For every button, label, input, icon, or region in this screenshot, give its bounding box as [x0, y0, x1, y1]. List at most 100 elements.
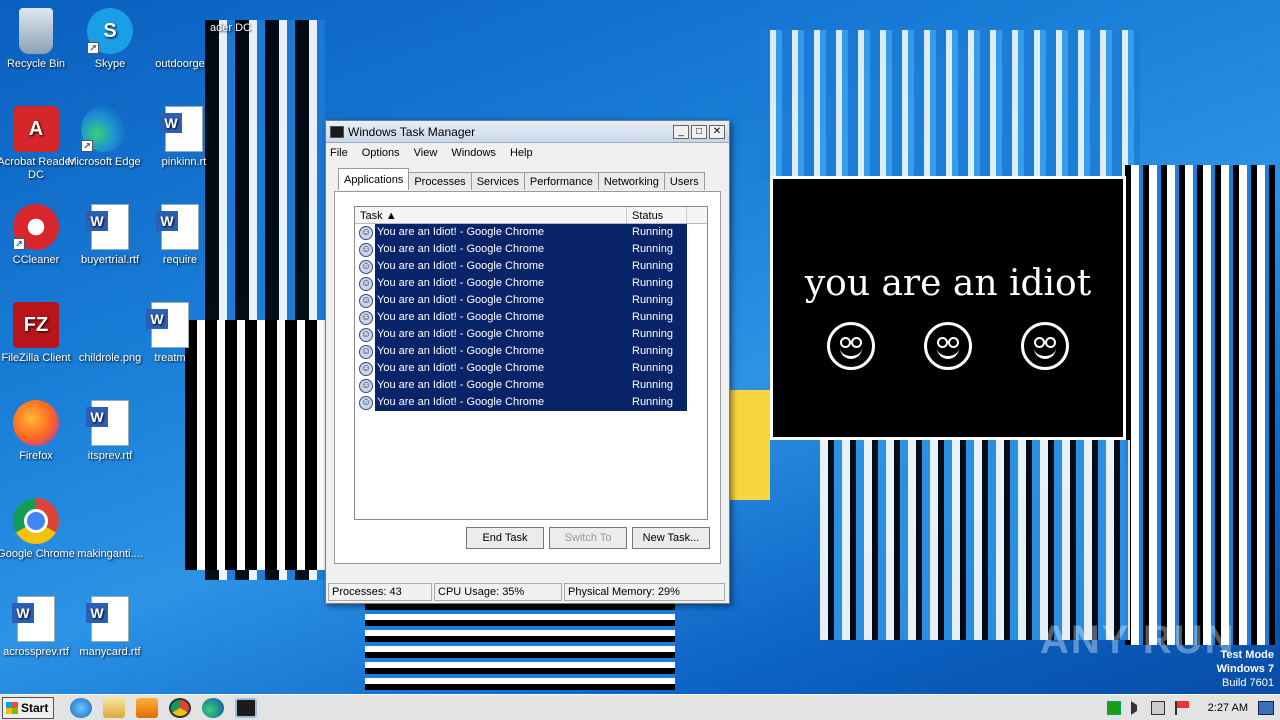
tab-performance[interactable]: Performance	[523, 172, 599, 190]
windows-logo-icon	[6, 701, 18, 714]
button-row: End Task Switch To New Task...	[461, 527, 710, 549]
skype-icon: S ↗	[87, 8, 133, 54]
desktop-icon-ccleaner[interactable]: ↗ CCleaner	[0, 204, 76, 267]
shortcut-arrow-icon: ↗	[13, 238, 25, 250]
task-name: You are an Idiot! - Google Chrome	[375, 292, 627, 309]
clock[interactable]: 2:27 AM	[1208, 702, 1248, 714]
action-center-flag-icon[interactable]	[1174, 700, 1189, 715]
media-player-icon[interactable]	[136, 697, 158, 718]
close-button[interactable]: ✕	[709, 124, 725, 139]
folder-icon[interactable]	[103, 697, 125, 718]
desktop-icon-makinganti[interactable]: makinganti....	[70, 498, 150, 561]
desktop-icon-recycle-bin[interactable]: Recycle Bin	[0, 8, 76, 71]
task-list[interactable]: Task ▲ Status ☺ You are an Idiot! - Googl…	[354, 206, 708, 520]
chrome-taskbar-icon[interactable]	[169, 697, 191, 718]
show-desktop-icon[interactable]	[1258, 700, 1274, 715]
smiley-app-icon: ☺	[359, 225, 373, 240]
task-cell: ☺ You are an Idiot! - Google Chrome	[355, 292, 627, 309]
task-cell: ☺ You are an Idiot! - Google Chrome	[355, 326, 627, 343]
recycle-bin-icon	[19, 8, 53, 54]
desktop-icon-edge[interactable]: ↗ Microsoft Edge	[64, 106, 144, 169]
desktop-icon-require[interactable]: require	[140, 204, 220, 267]
start-button[interactable]: Start	[2, 696, 54, 719]
column-header-status[interactable]: Status	[627, 207, 687, 223]
menu-windows[interactable]: Windows	[451, 147, 496, 159]
smiley-app-icon: ☺	[359, 327, 373, 342]
task-manager-taskbar-icon[interactable]	[235, 697, 257, 718]
table-row[interactable]: ☺ You are an Idiot! - Google Chrome Runnin…	[355, 309, 707, 326]
edge-taskbar-icon[interactable]	[202, 697, 224, 718]
tab-applications[interactable]: Applications	[338, 168, 410, 190]
smiley-app-icon: ☺	[359, 378, 373, 393]
table-row[interactable]: ☺ You are an Idiot! - Google Chrome Runnin…	[355, 326, 707, 343]
table-row[interactable]: ☺ You are an Idiot! - Google Chrome Runnin…	[355, 360, 707, 377]
smiley-face-icon	[827, 322, 876, 370]
desktop-icon-filezilla[interactable]: FZ FileZilla Client	[0, 302, 76, 365]
table-row[interactable]: ☺ You are an Idiot! - Google Chrome Runnin…	[355, 224, 707, 241]
task-manager-window[interactable]: Windows Task Manager _ □ ✕ File Options …	[325, 120, 730, 604]
desktop-icon-partial-label: ader DC	[210, 22, 251, 34]
desktop-icon-pinkinn[interactable]: pinkinn.rt	[144, 106, 224, 169]
network-icon[interactable]	[1106, 700, 1121, 715]
desktop-icon-acrossprev[interactable]: acrossprev.rtf	[0, 596, 76, 659]
internet-explorer-icon[interactable]	[70, 697, 92, 718]
minimize-button[interactable]: _	[673, 124, 689, 139]
table-row[interactable]: ☺ You are an Idiot! - Google Chrome Runnin…	[355, 275, 707, 292]
filezilla-icon: FZ	[13, 302, 59, 348]
task-cell: ☺ You are an Idiot! - Google Chrome	[355, 241, 627, 258]
maximize-button[interactable]: □	[691, 124, 707, 139]
task-name: You are an Idiot! - Google Chrome	[375, 258, 627, 275]
word-doc-icon	[12, 596, 55, 642]
desktop-icon-treatm[interactable]: treatm	[130, 302, 210, 365]
desktop-icon-chrome[interactable]: Google Chrome	[0, 498, 76, 561]
edge-icon: ↗	[81, 106, 127, 152]
tab-processes[interactable]: Processes	[408, 172, 472, 190]
idiot-message: you are an idiot	[804, 263, 1092, 304]
status-processes: Processes: 43	[328, 583, 432, 601]
desktop-icon-buyertrial[interactable]: buyertrial.rtf	[70, 204, 150, 267]
task-name: You are an Idiot! - Google Chrome	[375, 360, 627, 377]
table-row[interactable]: ☺ You are an Idiot! - Google Chrome Runnin…	[355, 241, 707, 258]
task-status: Running	[627, 224, 687, 241]
word-doc-icon	[156, 204, 199, 250]
task-status: Running	[627, 360, 687, 377]
tab-strip: Applications Processes Services Performa…	[326, 168, 729, 190]
task-status: Running	[627, 326, 687, 343]
task-name: You are an Idiot! - Google Chrome	[375, 394, 627, 411]
title-bar[interactable]: Windows Task Manager _ □ ✕	[326, 121, 729, 143]
menu-file[interactable]: File	[330, 147, 348, 159]
smiley-app-icon: ☺	[359, 395, 373, 410]
table-row[interactable]: ☺ You are an Idiot! - Google Chrome Runnin…	[355, 377, 707, 394]
switch-to-button[interactable]: Switch To	[549, 527, 627, 549]
smiley-app-icon: ☺	[359, 361, 373, 376]
task-cell: ☺ You are an Idiot! - Google Chrome	[355, 309, 627, 326]
table-row[interactable]: ☺ You are an Idiot! - Google Chrome Runnin…	[355, 258, 707, 275]
network-status-icon[interactable]	[1150, 700, 1165, 715]
desktop-icon-manycard[interactable]: manycard.rtf	[70, 596, 150, 659]
tab-users[interactable]: Users	[663, 172, 705, 190]
table-row[interactable]: ☺ You are an Idiot! - Google Chrome Runnin…	[355, 343, 707, 360]
tab-networking[interactable]: Networking	[597, 172, 665, 190]
desktop-icon-outdoorge[interactable]: outdoorge	[140, 8, 220, 71]
end-task-button[interactable]: End Task	[466, 527, 544, 549]
smiley-face-icon	[923, 322, 972, 370]
menu-help[interactable]: Help	[510, 147, 533, 159]
word-doc-icon	[86, 596, 129, 642]
smiley-app-icon: ☺	[359, 310, 373, 325]
new-task-button[interactable]: New Task...	[632, 527, 710, 549]
table-row[interactable]: ☺ You are an Idiot! - Google Chrome Runnin…	[355, 394, 707, 411]
glitch-artifact	[730, 390, 770, 500]
menu-options[interactable]: Options	[362, 147, 400, 159]
glitch-artifact	[760, 30, 1140, 180]
column-header-task[interactable]: Task ▲	[355, 207, 627, 223]
desktop-icon-skype[interactable]: S ↗ Skype	[70, 8, 150, 71]
menu-view[interactable]: View	[414, 147, 438, 159]
acrobat-icon: A	[13, 106, 59, 152]
desktop-icon-firefox[interactable]: Firefox	[0, 400, 76, 463]
idiot-popup-window[interactable]: you are an idiot	[770, 176, 1126, 440]
applications-pane: Task ▲ Status ☺ You are an Idiot! - Googl…	[334, 191, 721, 564]
desktop-icon-itsprev[interactable]: itsprev.rtf	[70, 400, 150, 463]
tab-services[interactable]: Services	[470, 172, 525, 190]
table-row[interactable]: ☺ You are an Idiot! - Google Chrome Runnin…	[355, 292, 707, 309]
volume-icon[interactable]	[1130, 700, 1141, 715]
